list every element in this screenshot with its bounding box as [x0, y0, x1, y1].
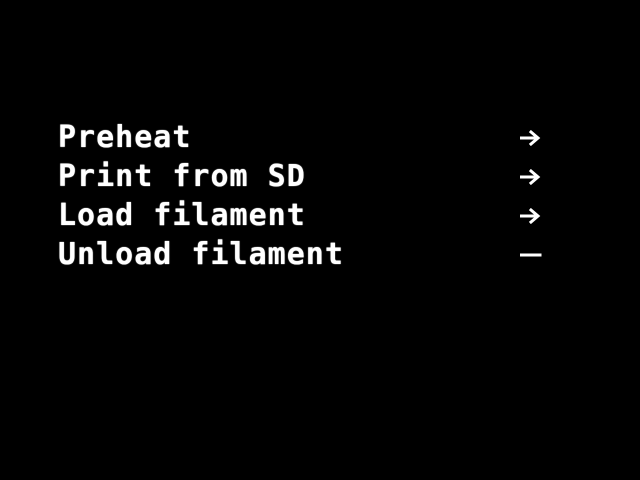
menu-item-label: Unload filament [58, 237, 344, 272]
main-menu: Preheat Print from SD Load filament Unlo… [58, 118, 558, 274]
menu-item-load-filament[interactable]: Load filament [58, 196, 558, 235]
menu-item-preheat[interactable]: Preheat [58, 118, 558, 157]
right-arrow-icon [520, 196, 542, 235]
right-arrow-icon [520, 235, 542, 274]
printer-lcd-screen: Preheat Print from SD Load filament Unlo… [0, 0, 640, 480]
right-arrow-icon [520, 118, 542, 157]
menu-item-label: Load filament [58, 198, 306, 233]
menu-item-print-from-sd[interactable]: Print from SD [58, 157, 558, 196]
menu-item-unload-filament[interactable]: Unload filament [58, 235, 558, 274]
right-arrow-icon [520, 157, 542, 196]
menu-item-label: Print from SD [58, 159, 306, 194]
menu-item-label: Preheat [58, 120, 192, 155]
